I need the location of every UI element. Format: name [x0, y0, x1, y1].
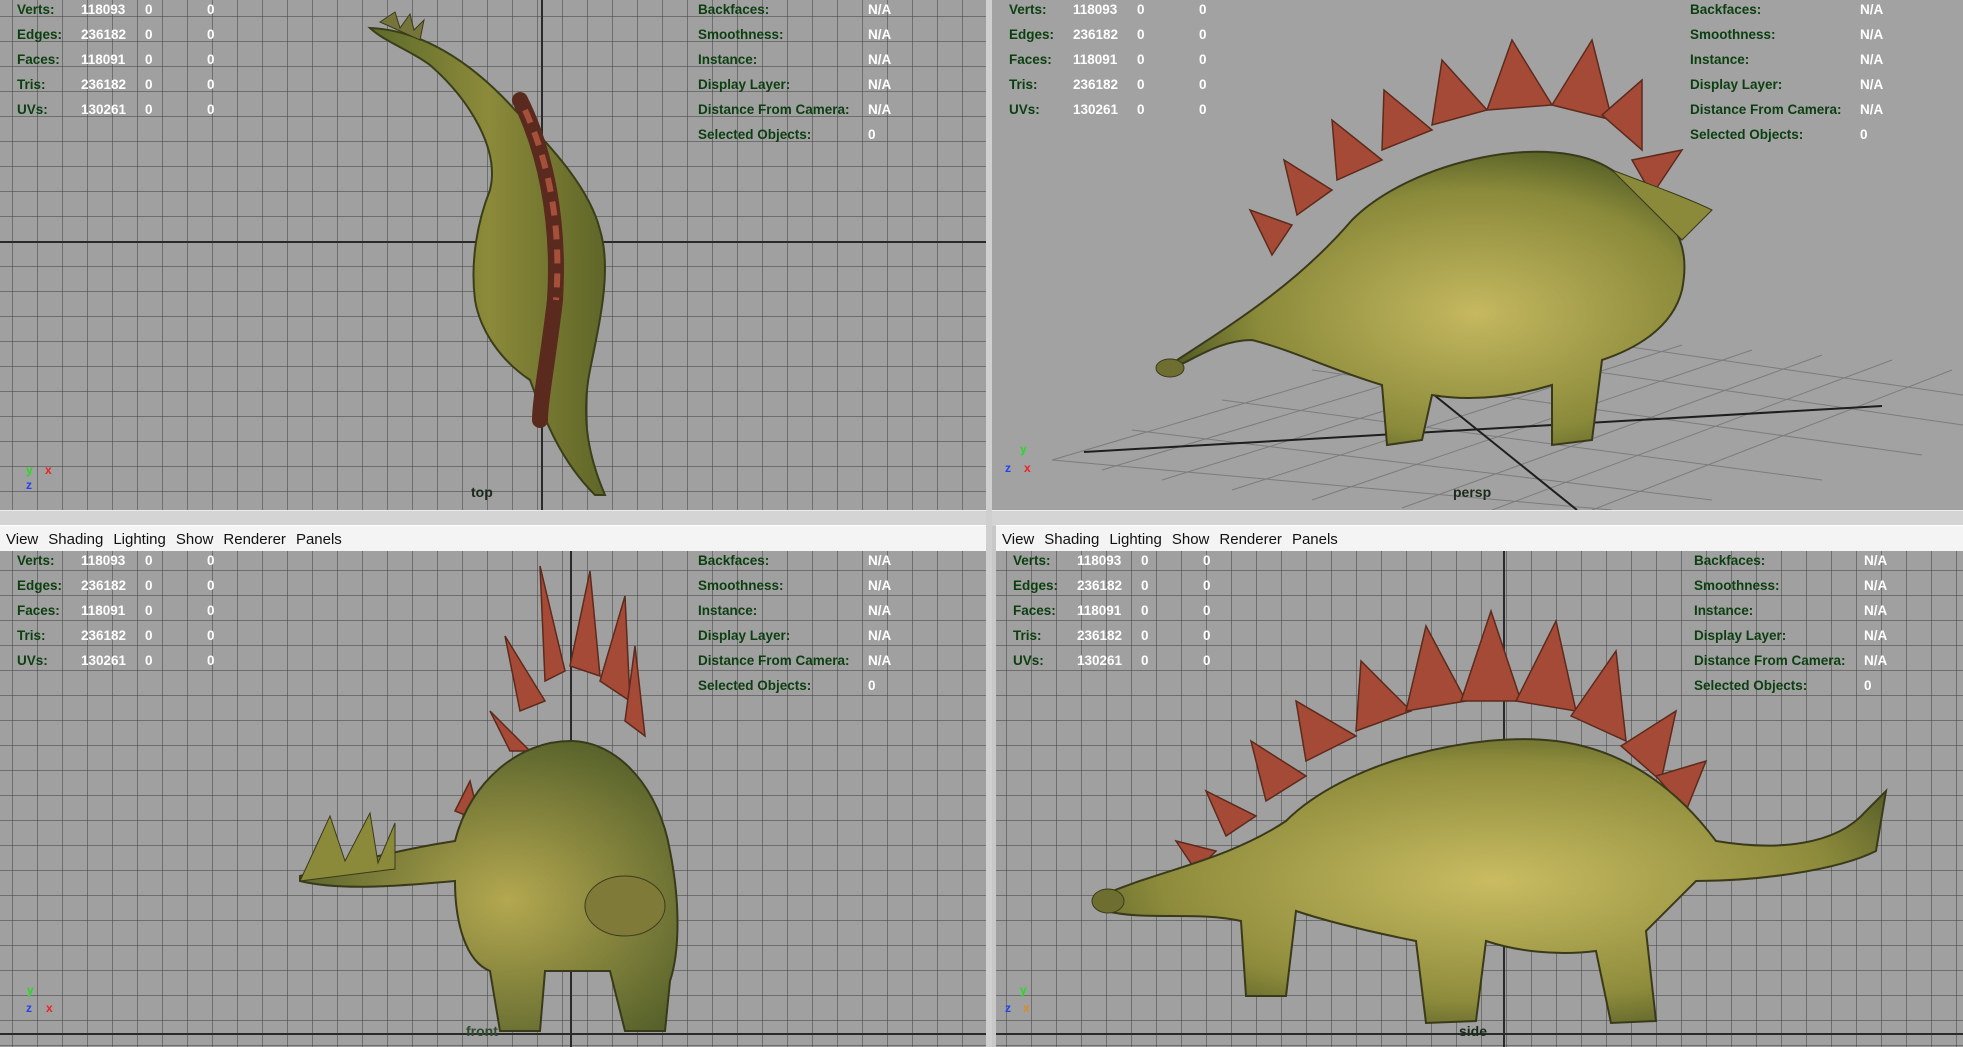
menu-lighting[interactable]: Lighting [1104, 531, 1167, 548]
hud-row-verts: Verts: 118093 0 0 [17, 553, 215, 568]
hud-row-smoothness: Smoothness: N/A [1694, 578, 1888, 593]
hud-row-faces: Faces: 118091 0 0 [1013, 603, 1211, 618]
hud-row-edges: Edges: 236182 0 0 [17, 578, 215, 593]
hud-row-smoothness: Smoothness: N/A [1690, 27, 1884, 42]
hud-row-display-layer: Display Layer: N/A [698, 628, 892, 643]
hud-row-selected-objects: Selected Objects: 0 [698, 678, 876, 693]
hud-row-smoothness: Smoothness: N/A [698, 27, 892, 42]
viewport-label-top: top [471, 484, 493, 500]
pane-divider-horizontal[interactable] [0, 510, 1963, 526]
hud-row-selected-objects: Selected Objects: 0 [1694, 678, 1872, 693]
panel-menubar-side: View Shading Lighting Show Renderer Pane… [996, 525, 1963, 554]
hud-row-edges: Edges: 236182 0 0 [1009, 27, 1207, 42]
viewport-label-side: side [1459, 1023, 1488, 1039]
hud-row-instance: Instance: N/A [1690, 52, 1884, 67]
object-details-hud: Backfaces: N/A Smoothness: N/A Instance: N/… [1694, 551, 1887, 698]
menu-panels[interactable]: Panels [291, 531, 347, 548]
hud-row-tris: Tris: 236182 0 0 [17, 77, 215, 92]
object-details-hud: Backfaces: N/A Smoothness: N/A Instance: N/… [1690, 0, 1883, 147]
viewport-side[interactable]: Verts: 118093 0 0 Edges: 236182 0 0 Faces: 1180… [996, 551, 1963, 1047]
object-details-hud: Backfaces: N/A Smoothness: N/A Instance: N/… [698, 551, 891, 698]
hud-row-instance: Instance: N/A [698, 603, 892, 618]
hud-row-selected-objects: Selected Objects: 0 [698, 127, 876, 142]
hud-row-display-layer: Display Layer: N/A [1694, 628, 1888, 643]
poly-count-hud: Verts: 118093 0 0 Edges: 236182 0 0 Faces: 1180… [1009, 0, 1229, 122]
menu-renderer[interactable]: Renderer [218, 531, 291, 548]
object-details-hud: Backfaces: N/A Smoothness: N/A Instance: N/… [698, 0, 891, 147]
hud-row-instance: Instance: N/A [1694, 603, 1888, 618]
menu-view[interactable]: View [0, 531, 43, 548]
menu-view[interactable]: View [996, 531, 1039, 548]
viewport-persp[interactable]: Verts: 118093 0 0 Edges: 236182 0 0 Faces: 1180… [992, 0, 1963, 510]
hud-row-display-layer: Display Layer: N/A [698, 77, 892, 92]
hud-row-faces: Faces: 118091 0 0 [17, 52, 215, 67]
poly-count-hud: Verts: 118093 0 0 Edges: 236182 0 0 Faces: 1180… [1013, 551, 1233, 673]
menu-renderer[interactable]: Renderer [1214, 531, 1287, 548]
hud-row-display-layer: Display Layer: N/A [1690, 77, 1884, 92]
viewport-label-front: front [466, 1023, 498, 1039]
hud-row-verts: Verts: 118093 0 0 [1009, 2, 1207, 17]
hud-row-backfaces: Backfaces: N/A [1690, 2, 1884, 17]
menu-show[interactable]: Show [1167, 531, 1215, 548]
hud-row-instance: Instance: N/A [698, 52, 892, 67]
panel-menubar-front: View Shading Lighting Show Renderer Pane… [0, 525, 986, 554]
hud-row-smoothness: Smoothness: N/A [698, 578, 892, 593]
hud-row-tris: Tris: 236182 0 0 [1013, 628, 1211, 643]
hud-row-distance-from-camera: Distance From Camera: N/A [698, 102, 892, 117]
menu-panels[interactable]: Panels [1287, 531, 1343, 548]
hud-row-backfaces: Backfaces: N/A [698, 553, 892, 568]
menu-lighting[interactable]: Lighting [108, 531, 171, 548]
poly-count-hud: Verts: 118093 0 0 Edges: 236182 0 0 Faces: 1180… [17, 0, 237, 122]
menu-shading[interactable]: Shading [43, 531, 108, 548]
hud-row-selected-objects: Selected Objects: 0 [1690, 127, 1868, 142]
viewport-top[interactable]: Verts: 118093 0 0 Edges: 236182 0 0 Faces: 1180… [0, 0, 986, 510]
hud-row-verts: Verts: 118093 0 0 [1013, 553, 1211, 568]
hud-row-faces: Faces: 118091 0 0 [1009, 52, 1207, 67]
hud-row-uvs: UVs: 130261 0 0 [17, 653, 215, 668]
hud-row-uvs: UVs: 130261 0 0 [1009, 102, 1207, 117]
hud-row-uvs: UVs: 130261 0 0 [17, 102, 215, 117]
viewport-front[interactable]: Verts: 118093 0 0 Edges: 236182 0 0 Faces: 1180… [0, 551, 986, 1047]
hud-row-uvs: UVs: 130261 0 0 [1013, 653, 1211, 668]
hud-row-backfaces: Backfaces: N/A [698, 2, 892, 17]
hud-row-tris: Tris: 236182 0 0 [1009, 77, 1207, 92]
hud-row-verts: Verts: 118093 0 0 [17, 2, 215, 17]
hud-row-edges: Edges: 236182 0 0 [1013, 578, 1211, 593]
pane-divider-vertical[interactable] [986, 0, 992, 1047]
hud-row-distance-from-camera: Distance From Camera: N/A [1690, 102, 1884, 117]
hud-row-backfaces: Backfaces: N/A [1694, 553, 1888, 568]
hud-row-faces: Faces: 118091 0 0 [17, 603, 215, 618]
menu-show[interactable]: Show [171, 531, 219, 548]
hud-row-distance-from-camera: Distance From Camera: N/A [1694, 653, 1888, 668]
hud-row-edges: Edges: 236182 0 0 [17, 27, 215, 42]
menu-shading[interactable]: Shading [1039, 531, 1104, 548]
poly-count-hud: Verts: 118093 0 0 Edges: 236182 0 0 Faces: 1180… [17, 551, 237, 673]
hud-row-tris: Tris: 236182 0 0 [17, 628, 215, 643]
viewport-label-persp: persp [1453, 484, 1492, 500]
hud-row-distance-from-camera: Distance From Camera: N/A [698, 653, 892, 668]
